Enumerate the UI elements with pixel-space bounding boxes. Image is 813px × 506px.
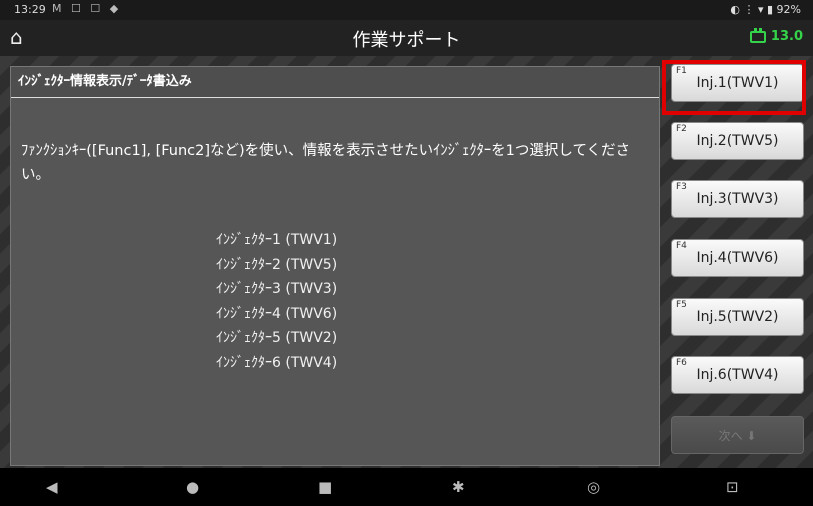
function-key-label: Inj.2(TWV5)	[696, 133, 779, 149]
content-panel: ｲﾝｼﾞｪｸﾀｰ情報表示/ﾃﾞｰﾀ書込み ﾌｧﾝｸｼｮﾝｷｰ([Func1], …	[10, 66, 660, 466]
injector-item: ｲﾝｼﾞｪｸﾀｰ4 (TWV6)	[216, 305, 338, 322]
panel-title: ｲﾝｼﾞｪｸﾀｰ情報表示/ﾃﾞｰﾀ書込み	[11, 67, 659, 98]
clock: 13:29	[14, 3, 46, 16]
function-key-label: Inj.4(TWV6)	[696, 250, 779, 266]
android-nav-bar: ◀ ● ■ ✱ ◎ ⊡	[0, 468, 813, 506]
function-key-label: Inj.3(TWV3)	[696, 191, 779, 207]
battery-voltage-value: 13.0	[770, 29, 803, 44]
f3-inj3-button[interactable]: F3 Inj.3(TWV3)	[671, 180, 804, 218]
f5-inj5-button[interactable]: F5 Inj.5(TWV2)	[671, 298, 804, 336]
status-bar: 13:29 M ☐ ☐ ◆ ◐ ⋮ ▾ ▮ 92%	[0, 0, 813, 20]
recents-icon[interactable]: ■	[318, 478, 332, 496]
settings-icon[interactable]: ✱	[452, 478, 465, 496]
next-button[interactable]: 次へ ⬇	[671, 416, 804, 454]
notification-icons: M ☐ ☐ ◆	[52, 2, 122, 15]
chrome-icon[interactable]: ◎	[587, 478, 600, 496]
injector-item: ｲﾝｼﾞｪｸﾀｰ1 (TWV1)	[216, 232, 338, 248]
injector-item: ｲﾝｼﾞｪｸﾀｰ3 (TWV3)	[216, 281, 338, 297]
main-area: ｲﾝｼﾞｪｸﾀｰ情報表示/ﾃﾞｰﾀ書込み ﾌｧﾝｸｼｮﾝｷｰ([Func1], …	[0, 56, 813, 468]
page-title: 作業サポート	[352, 30, 461, 51]
f4-inj4-button[interactable]: F4 Inj.4(TWV6)	[671, 239, 804, 277]
home-nav-icon[interactable]: ●	[186, 478, 199, 496]
f6-inj6-button[interactable]: F6 Inj.6(TWV4)	[671, 356, 804, 394]
function-key-label: Inj.6(TWV4)	[696, 367, 779, 383]
back-icon[interactable]: ◀	[46, 478, 58, 496]
function-key-label: Inj.5(TWV2)	[696, 309, 779, 325]
next-button-label: 次へ ⬇	[718, 429, 757, 443]
injector-item: ｲﾝｼﾞｪｸﾀｰ6 (TWV4)	[216, 354, 338, 371]
injector-list: ｲﾝｼﾞｪｸﾀｰ1 (TWV1) ｲﾝｼﾞｪｸﾀｰ2 (TWV5) ｲﾝｼﾞｪｸ…	[216, 228, 337, 375]
instruction-text: ﾌｧﾝｸｼｮﾝｷｰ([Func1], [Func2]など)を使い、情報を表示させ…	[21, 143, 631, 183]
f2-inj2-button[interactable]: F2 Inj.2(TWV5)	[671, 122, 804, 160]
injector-item: ｲﾝｼﾞｪｸﾀｰ2 (TWV5)	[216, 256, 338, 273]
system-status-icons: ◐ ⋮ ▾ ▮ 92%	[730, 3, 801, 16]
injector-item: ｲﾝｼﾞｪｸﾀｰ5 (TWV2)	[216, 330, 338, 346]
screenshot-icon[interactable]: ⊡	[726, 478, 739, 496]
selection-highlight	[662, 60, 806, 115]
title-bar: ⌂ 作業サポート 13.0	[0, 20, 813, 56]
battery-voltage: 13.0	[749, 27, 803, 44]
car-battery-icon	[749, 27, 766, 43]
